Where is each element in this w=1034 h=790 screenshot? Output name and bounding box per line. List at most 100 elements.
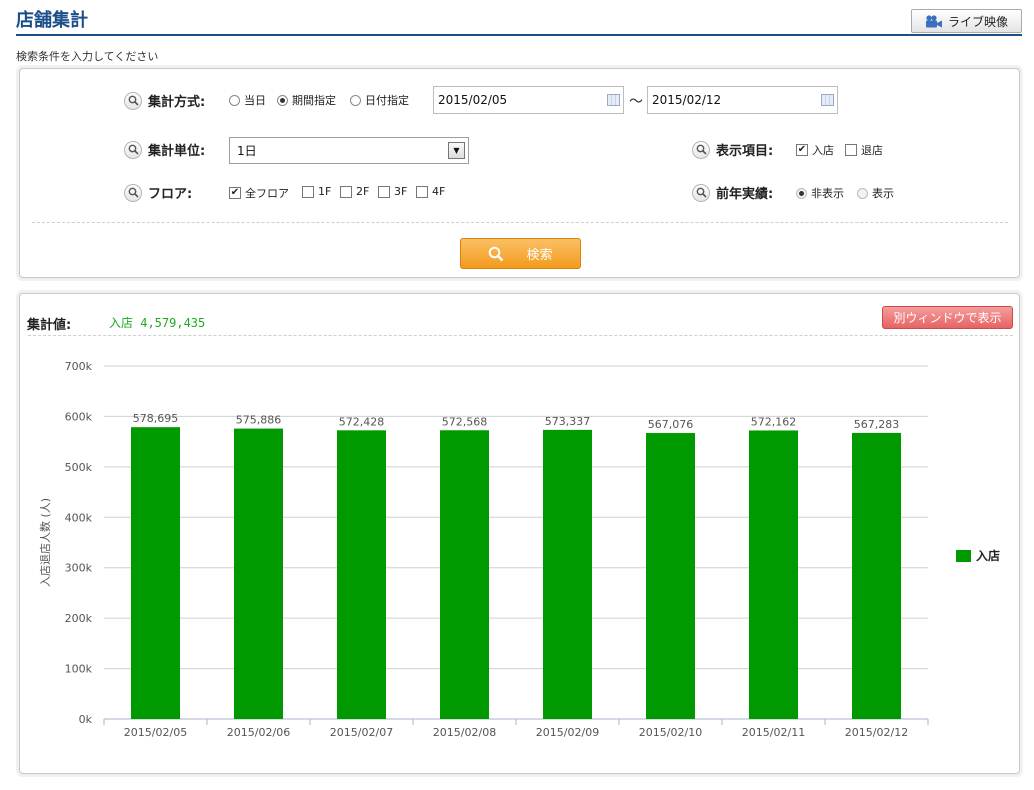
- radio-show-previous[interactable]: 表示: [857, 185, 894, 201]
- y-tick-label: 100k: [65, 663, 93, 676]
- bar-chart: 0k 100k 200k 300k 400k 500k 600k 700k 578,695 201…: [38, 360, 1000, 739]
- chart-bar: [440, 430, 489, 719]
- x-tick-label: 2015/02/11: [742, 726, 805, 739]
- radio-period[interactable]: 期間指定: [277, 92, 336, 108]
- chart-bar: [749, 430, 798, 719]
- checkbox-exit-box[interactable]: [845, 144, 857, 156]
- magnifier-icon: [124, 91, 142, 110]
- magnifier-icon: [124, 140, 142, 159]
- y-tick-label: 500k: [65, 461, 93, 474]
- date-from-value: 2015/02/05: [438, 93, 508, 107]
- radio-hide-previous-label: 非表示: [811, 187, 844, 200]
- y-tick-label: 0k: [79, 713, 93, 726]
- checkbox-4f-box[interactable]: [416, 185, 428, 198]
- checkbox-all-floors[interactable]: ✔ 全フロア: [229, 185, 289, 201]
- checkbox-1f-label: 1F: [318, 185, 332, 198]
- chart-bar: [337, 430, 386, 719]
- checkbox-exit[interactable]: 退店: [845, 142, 883, 158]
- y-tick-label: 300k: [65, 562, 93, 575]
- divider: [32, 222, 1008, 223]
- data-label: 567,283: [854, 418, 900, 431]
- calendar-icon[interactable]: [607, 94, 620, 106]
- checkbox-all-floors-label: 全フロア: [245, 187, 289, 200]
- y-tick-label: 200k: [65, 612, 93, 625]
- checkbox-entry-box[interactable]: ✔: [796, 144, 808, 156]
- checkbox-1f-box[interactable]: [302, 185, 314, 198]
- x-tick-label: 2015/02/08: [433, 726, 496, 739]
- display-items-text: 表示項目:: [716, 144, 774, 159]
- search-panel: 集計方式: 当日 期間指定 日付指定 2015/02/05 ～ 2015/02/…: [19, 68, 1020, 278]
- floor-text: フロア:: [148, 187, 193, 202]
- x-tick-label: 2015/02/12: [845, 726, 908, 739]
- date-from-input[interactable]: 2015/02/05: [433, 86, 624, 114]
- radio-show-previous-button[interactable]: [857, 187, 868, 199]
- checkbox-3f-label: 3F: [394, 185, 408, 198]
- checkbox-2f[interactable]: 2F: [340, 185, 369, 198]
- radio-date[interactable]: 日付指定: [350, 92, 409, 108]
- y-tick-label: 600k: [65, 410, 93, 423]
- y-axis-title: 入店退店人数 (人): [38, 498, 52, 587]
- checkbox-entry-label: 入店: [812, 144, 834, 157]
- radio-today[interactable]: 当日: [229, 92, 266, 108]
- y-tick-label: 400k: [65, 511, 93, 524]
- aggregation-unit-text: 集計単位:: [148, 144, 206, 159]
- legend-label: 入店: [976, 548, 1000, 563]
- x-tick-label: 2015/02/09: [536, 726, 599, 739]
- date-range-separator: ～: [629, 94, 643, 110]
- radio-show-previous-label: 表示: [872, 187, 894, 200]
- search-icon: [489, 246, 504, 261]
- chart-bar: [543, 429, 592, 719]
- checkbox-3f[interactable]: 3F: [378, 185, 407, 198]
- data-label: 572,568: [442, 415, 488, 428]
- search-button[interactable]: 検索: [460, 238, 581, 269]
- radio-hide-previous-button[interactable]: [796, 187, 807, 199]
- x-tick-label: 2015/02/07: [330, 726, 393, 739]
- date-to-input[interactable]: 2015/02/12: [647, 86, 838, 114]
- checkbox-2f-label: 2F: [356, 185, 370, 198]
- checkbox-entry[interactable]: ✔ 入店: [796, 142, 834, 158]
- title-divider: [16, 34, 1022, 36]
- result-panel: 集計値: 入店 4,579,435 別ウィンドウで表示 0k 100k 200k 30…: [19, 293, 1020, 774]
- checkbox-3f-box[interactable]: [378, 185, 390, 198]
- chart-bar: [234, 428, 283, 719]
- checkbox-4f-label: 4F: [432, 185, 446, 198]
- x-tick-label: 2015/02/10: [639, 726, 702, 739]
- checkbox-all-floors-box[interactable]: ✔: [229, 187, 241, 199]
- data-label: 572,428: [339, 415, 385, 428]
- chart-bar: [852, 432, 901, 719]
- aggregation-unit-select[interactable]: 1日 ▼: [229, 137, 469, 164]
- checkbox-2f-box[interactable]: [340, 185, 352, 198]
- aggregation-method-label: 集計方式:: [124, 91, 205, 110]
- previous-year-text: 前年実績:: [716, 187, 774, 202]
- radio-period-label: 期間指定: [292, 94, 336, 107]
- live-video-button[interactable]: ライブ映像: [911, 9, 1022, 33]
- data-label: 575,886: [236, 414, 282, 427]
- aggregation-unit-label: 集計単位:: [124, 140, 205, 159]
- radio-today-button[interactable]: [229, 94, 240, 106]
- x-tick-label: 2015/02/05: [124, 726, 187, 739]
- calendar-icon[interactable]: [821, 94, 834, 106]
- chevron-down-icon[interactable]: ▼: [448, 142, 465, 159]
- data-label: 567,076: [648, 418, 694, 431]
- radio-period-button[interactable]: [277, 94, 288, 106]
- search-button-label: 検索: [526, 248, 553, 263]
- floor-label: フロア:: [124, 183, 192, 202]
- checkbox-exit-label: 退店: [861, 144, 883, 157]
- magnifier-icon: [692, 140, 710, 159]
- radio-date-button[interactable]: [350, 94, 361, 106]
- legend-swatch: [956, 550, 971, 562]
- checkbox-1f[interactable]: 1F: [302, 185, 331, 198]
- data-label: 572,162: [751, 415, 797, 428]
- live-video-label: ライブ映像: [947, 14, 1008, 29]
- chart-bar: [646, 433, 695, 719]
- data-label: 578,695: [133, 412, 179, 425]
- radio-hide-previous[interactable]: 非表示: [796, 185, 844, 201]
- aggregation-method-text: 集計方式:: [148, 95, 206, 110]
- radio-today-label: 当日: [244, 94, 266, 107]
- instruction-text: 検索条件を入力してください: [16, 50, 159, 63]
- page-title: 店舗集計: [16, 10, 88, 31]
- aggregation-unit-value: 1日: [237, 144, 257, 158]
- checkbox-4f[interactable]: 4F: [416, 185, 445, 198]
- data-label: 573,337: [545, 415, 591, 428]
- x-tick-label: 2015/02/06: [227, 726, 290, 739]
